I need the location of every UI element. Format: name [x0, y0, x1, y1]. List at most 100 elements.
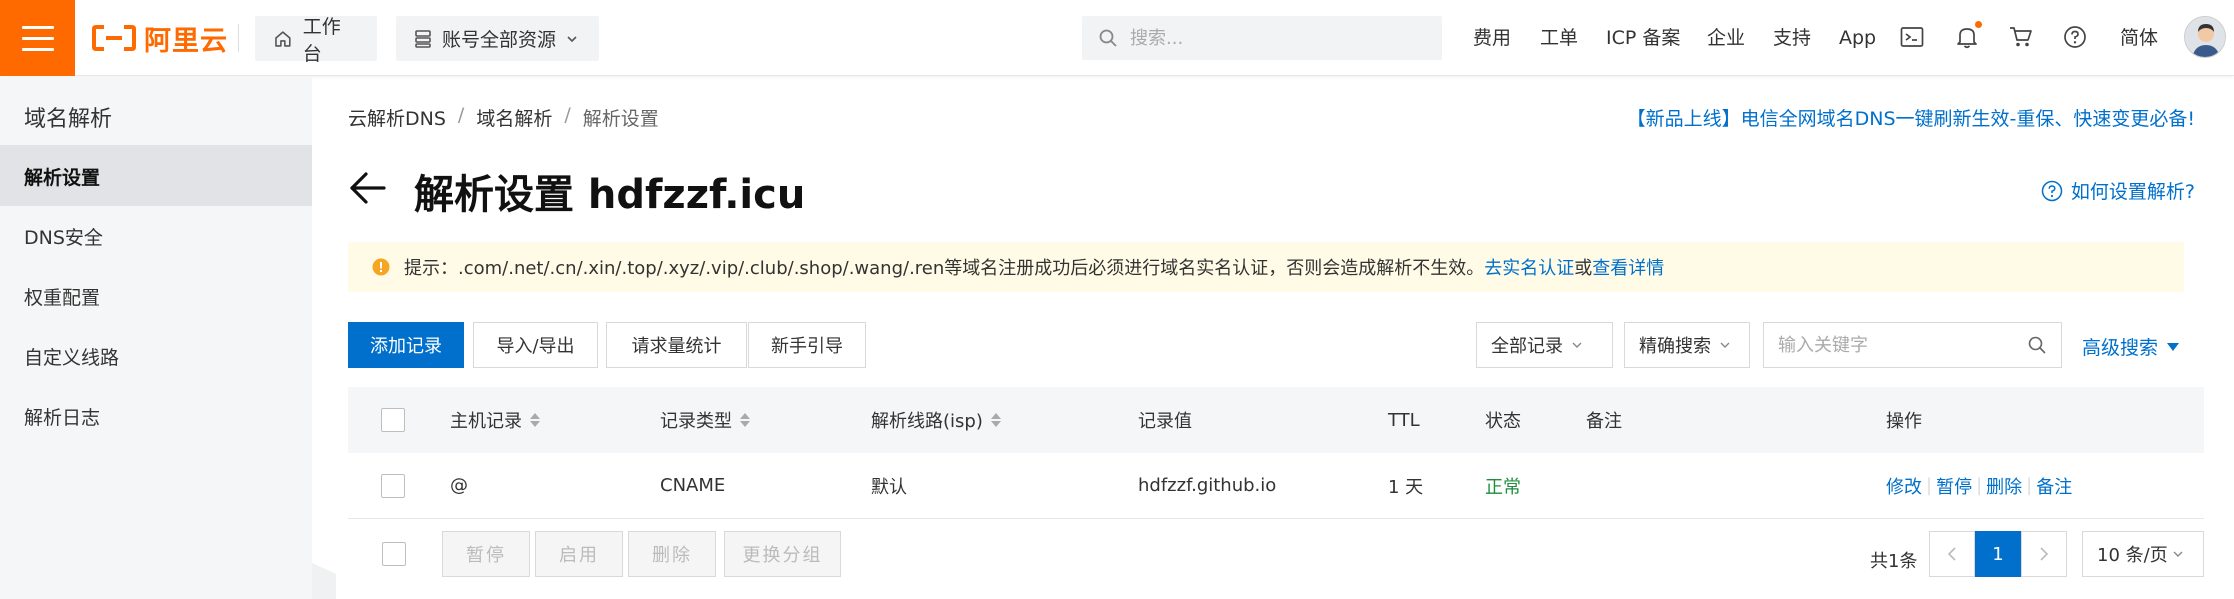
col-value: 记录值 [1138, 411, 1192, 432]
search-mode-select[interactable]: 精确搜索 [1624, 322, 1750, 368]
search-input[interactable] [1130, 27, 1410, 49]
global-search[interactable] [1082, 16, 1442, 60]
workbench-label: 工作台 [302, 15, 341, 65]
aliyun-logo[interactable]: 阿里云 [92, 19, 228, 57]
keyword-input[interactable] [1778, 334, 2008, 356]
edit-link[interactable]: 修改 [1886, 473, 1922, 499]
table-footer: 暂停 启用 删除 更换分组 共1条 1 10 条/页 [348, 519, 2204, 589]
tickets-link[interactable]: 工单 [1540, 27, 1578, 49]
next-page-button[interactable] [2021, 531, 2067, 577]
howto-link[interactable]: 如何设置解析? [2041, 177, 2195, 204]
col-host[interactable]: 主机记录 [450, 387, 540, 453]
row-checkbox[interactable] [381, 453, 405, 518]
col-type[interactable]: 记录类型 [660, 387, 750, 453]
batch-delete-button[interactable]: 删除 [628, 531, 716, 577]
action-separator: | [2026, 475, 2033, 496]
fees-link[interactable]: 费用 [1473, 27, 1511, 49]
table-header: 主机记录 记录类型 解析线路(isp) 记录值 TTL 状态 备注 操作 [348, 387, 2204, 453]
col-type-label: 记录类型 [660, 411, 732, 432]
import-export-button[interactable]: 导入/导出 [473, 322, 598, 368]
realname-tip-banner: 提示：.com/.net/.cn/.xin/.top/.xyz/.vip/.cl… [348, 242, 2184, 292]
pause-link[interactable]: 暂停 [1936, 473, 1972, 499]
page-number-button[interactable]: 1 [1975, 531, 2021, 577]
beginner-guide-button[interactable]: 新手引导 [748, 322, 866, 368]
prev-page-button[interactable] [1929, 531, 1975, 577]
sidebar-item-resolve-settings[interactable]: 解析设置 [0, 146, 312, 206]
action-separator: | [1926, 475, 1933, 496]
batch-pause-button[interactable]: 暂停 [442, 531, 530, 577]
sort-icon [740, 413, 750, 427]
sidebar-item-custom-lines[interactable]: 自定义线路 [0, 326, 312, 386]
resources-label: 账号全部资源 [442, 29, 557, 51]
header-divider [238, 24, 239, 52]
breadcrumb-item-dns[interactable]: 云解析DNS [348, 104, 446, 131]
tip-or: 或 [1574, 258, 1593, 279]
cell-value: hdfzzf.github.io [1138, 475, 1277, 496]
sidebar-item-resolve-log[interactable]: 解析日志 [0, 386, 312, 446]
help-icon[interactable] [2062, 24, 2088, 50]
sort-icon [990, 413, 1001, 427]
col-remark: 备注 [1586, 411, 1622, 432]
col-line[interactable]: 解析线路(isp) [871, 387, 1001, 453]
keyword-search[interactable] [1763, 322, 2062, 368]
back-arrow-icon[interactable] [348, 170, 388, 206]
search-mode-value: 精确搜索 [1639, 336, 1711, 357]
page-title: 解析设置 hdfzzf.icu [414, 172, 806, 218]
notification-dot [1975, 21, 1982, 28]
bell-icon[interactable] [1954, 21, 1982, 50]
cell-host: @ [450, 475, 468, 496]
add-record-button[interactable]: 添加记录 [348, 322, 464, 368]
chevron-down-icon [567, 35, 577, 42]
chevron-down-icon [1572, 342, 1582, 348]
select-all-checkbox[interactable] [381, 387, 405, 453]
footer-select-all-checkbox[interactable] [382, 542, 406, 566]
chevron-down-icon [2173, 551, 2183, 557]
enterprise-link[interactable]: 企业 [1707, 27, 1745, 49]
sidebar-item-weight-config[interactable]: 权重配置 [0, 266, 312, 326]
col-line-label: 解析线路(isp) [871, 411, 983, 432]
workbench-button[interactable]: 工作台 [255, 16, 377, 65]
breadcrumb: 云解析DNS / 域名解析 / 解析设置 [348, 104, 659, 131]
language-switch[interactable]: 简体 [2120, 27, 2158, 49]
col-ttl: TTL [1388, 409, 1420, 431]
howto-label: 如何设置解析? [2070, 181, 2195, 203]
batch-enable-button[interactable]: 启用 [535, 531, 623, 577]
remark-link[interactable]: 备注 [2036, 473, 2072, 499]
view-details-link[interactable]: 查看详情 [1592, 258, 1664, 279]
sidebar-collapse-handle[interactable] [312, 563, 336, 599]
advanced-search-toggle[interactable]: 高级搜索 [2082, 333, 2180, 360]
total-count: 共1条 [1870, 551, 1918, 572]
delete-link[interactable]: 删除 [1986, 473, 2022, 499]
account-resources-dropdown[interactable]: 账号全部资源 [396, 16, 599, 61]
change-group-button[interactable]: 更换分组 [724, 531, 841, 577]
breadcrumb-separator: / [457, 104, 465, 126]
icp-link[interactable]: ICP 备案 [1606, 27, 1680, 49]
terminal-icon[interactable] [1899, 24, 1925, 50]
search-icon [1099, 29, 1117, 47]
chevron-left-icon [1947, 547, 1956, 561]
sidebar-title: 域名解析 [24, 107, 113, 132]
advanced-search-label: 高级搜索 [2082, 337, 2159, 359]
realname-auth-link[interactable]: 去实名认证 [1484, 258, 1574, 279]
user-avatar[interactable] [2184, 16, 2226, 58]
caret-down-icon [2167, 342, 2180, 351]
sidebar-item-dns-security[interactable]: DNS安全 [0, 206, 312, 266]
col-actions: 操作 [1886, 411, 1922, 432]
promo-link[interactable]: 【新品上线】电信全网域名DNS一键刷新生效-重保、快速变更必备! [1627, 104, 2195, 131]
app-link[interactable]: App [1839, 27, 1876, 49]
request-stats-button[interactable]: 请求量统计 [606, 322, 747, 368]
support-link[interactable]: 支持 [1773, 27, 1811, 49]
action-separator: | [1976, 475, 1983, 496]
cart-icon[interactable] [2008, 24, 2034, 50]
home-icon [275, 30, 291, 47]
record-filter-select[interactable]: 全部记录 [1476, 322, 1613, 368]
help-icon [2041, 180, 2063, 201]
page-size-select[interactable]: 10 条/页 [2082, 531, 2204, 577]
table-row: @ CNAME 默认 hdfzzf.github.io 1 天 正常 修改 | … [348, 453, 2204, 519]
page-size-value: 10 条/页 [2097, 545, 2168, 566]
breadcrumb-separator: / [564, 104, 571, 126]
breadcrumb-item-domain[interactable]: 域名解析 [476, 104, 552, 131]
search-icon[interactable] [2027, 335, 2047, 355]
breadcrumb-item-current: 解析设置 [582, 108, 659, 130]
menu-icon[interactable] [0, 0, 75, 76]
